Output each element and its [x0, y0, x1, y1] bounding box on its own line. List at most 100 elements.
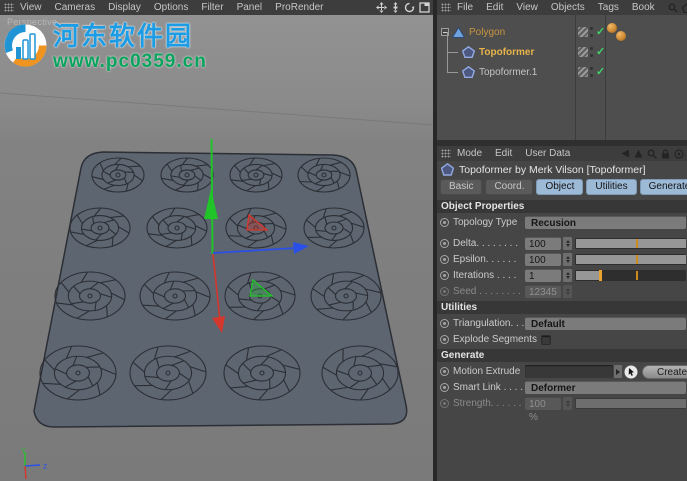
- dropdown-smart-link[interactable]: Deformer: [525, 381, 686, 394]
- maximize-icon[interactable]: [419, 2, 430, 13]
- attribute-manager-menu: Mode Edit User Data: [457, 148, 583, 159]
- world-axis-indicator: YZ: [21, 448, 48, 480]
- property-label: Topology Type: [453, 217, 518, 228]
- menu-item-cameras[interactable]: Cameras: [55, 2, 96, 13]
- link-field[interactable]: [525, 365, 613, 378]
- layer-color-icon[interactable]: [578, 27, 588, 37]
- layer-color-icon[interactable]: [578, 67, 588, 77]
- value-slider[interactable]: [575, 238, 686, 249]
- material-tag-icon[interactable]: [616, 31, 626, 41]
- tab-coord[interactable]: Coord.: [485, 179, 534, 195]
- value-field[interactable]: 100 %: [525, 237, 561, 263]
- cinema4d-window: View Cameras Display Options Filter Panel ProR…: [0, 0, 687, 481]
- rotate-icon[interactable]: [404, 2, 415, 13]
- object-row-polygon[interactable]: Polygon ✓: [437, 22, 687, 42]
- property-label: Iterations . . . .: [453, 270, 517, 281]
- topoformer-object-icon[interactable]: [462, 66, 475, 78]
- tab-basic[interactable]: Basic: [440, 179, 483, 195]
- svg-text:Y: Y: [21, 448, 26, 455]
- checkbox-explode-segments[interactable]: [541, 334, 551, 345]
- viewport-canvas[interactable]: YZ Perspective 河东软件园 www.pc0359.cn: [0, 15, 433, 481]
- layer-color-icon[interactable]: [578, 47, 588, 57]
- menu-item-view[interactable]: View: [516, 2, 538, 13]
- visibility-dots-icon[interactable]: [590, 27, 593, 37]
- dolly-icon[interactable]: [391, 2, 400, 13]
- tab-utilities[interactable]: Utilities: [586, 179, 637, 195]
- link-menu-arrow-icon[interactable]: [613, 365, 622, 378]
- panel-grip-icon[interactable]: [4, 3, 14, 12]
- tree-connector: [447, 52, 459, 82]
- panel-grip-icon[interactable]: [441, 149, 451, 158]
- viewport-menubar: View Cameras Display Options Filter Panel ProR…: [0, 0, 433, 15]
- keyframe-circle-icon[interactable]: [440, 255, 449, 264]
- menu-item-panel[interactable]: Panel: [237, 2, 263, 13]
- menu-item-edit[interactable]: Edit: [486, 2, 503, 13]
- object-row-topoformer[interactable]: Topoformer ✓: [437, 32, 687, 62]
- object-row-topoformer-1[interactable]: Topoformer.1 ✓: [437, 52, 687, 82]
- home-icon[interactable]: [681, 2, 687, 13]
- menu-item-user-data[interactable]: User Data: [525, 148, 570, 159]
- tab-object[interactable]: Object: [536, 179, 584, 195]
- object-name[interactable]: Polygon: [469, 27, 505, 38]
- watermark-url: www.pc0359.cn: [53, 51, 207, 72]
- property-row-smart-link: Smart Link . . . . Deformer: [440, 381, 686, 394]
- dropdown-triangulation[interactable]: Default: [525, 317, 686, 330]
- search-icon[interactable]: [647, 149, 657, 159]
- create-button[interactable]: Create: [641, 364, 687, 379]
- topoformer-object-icon: [441, 163, 454, 176]
- enabled-check-icon[interactable]: ✓: [596, 45, 605, 58]
- menu-item-objects[interactable]: Objects: [551, 2, 585, 13]
- forward-icon[interactable]: [634, 149, 643, 158]
- menu-item-edit[interactable]: Edit: [495, 148, 512, 159]
- keyframe-circle-icon[interactable]: [440, 271, 449, 280]
- keyframe-circle-icon[interactable]: [440, 383, 449, 392]
- search-icon[interactable]: [668, 3, 678, 13]
- menu-item-file[interactable]: File: [457, 2, 473, 13]
- scene-3d[interactable]: YZ: [0, 15, 433, 481]
- property-label: Explode Segments: [453, 334, 537, 345]
- menu-item-mode[interactable]: Mode: [457, 148, 482, 159]
- stepper-arrows-icon[interactable]: [563, 253, 572, 266]
- move-icon[interactable]: [376, 2, 387, 13]
- object-name[interactable]: Topoformer.1: [479, 67, 537, 78]
- value-slider[interactable]: [575, 254, 686, 265]
- menu-item-prorender[interactable]: ProRender: [275, 2, 323, 13]
- property-row-triangulation: Triangulation. . . . Default: [440, 317, 686, 330]
- keyframe-circle-icon[interactable]: [440, 239, 449, 248]
- visibility-dots-icon[interactable]: [590, 67, 593, 77]
- menu-item-view[interactable]: View: [20, 2, 42, 13]
- object-tree: Polygon ✓ Topoformer ✓ Topoformer.1 ✓: [437, 15, 687, 140]
- keyframe-circle-icon[interactable]: [440, 218, 449, 227]
- lock-icon[interactable]: [661, 148, 670, 159]
- panel-grip-icon[interactable]: [441, 3, 451, 12]
- menu-item-filter[interactable]: Filter: [201, 2, 223, 13]
- menu-item-display[interactable]: Display: [108, 2, 141, 13]
- menu-item-tags[interactable]: Tags: [598, 2, 619, 13]
- tab-generate[interactable]: Generate: [639, 179, 687, 195]
- enabled-check-icon[interactable]: ✓: [596, 25, 605, 38]
- keyframe-circle-icon[interactable]: [440, 319, 449, 328]
- value-slider[interactable]: [575, 270, 686, 281]
- value-field[interactable]: 1: [525, 269, 561, 282]
- object-picker-icon[interactable]: [624, 365, 638, 379]
- menu-item-book[interactable]: Book: [632, 2, 655, 13]
- enabled-check-icon[interactable]: ✓: [596, 65, 605, 78]
- material-tag-icon[interactable]: [607, 23, 617, 33]
- object-manager-menubar: File Edit View Objects Tags Book: [437, 0, 687, 15]
- dropdown-topology-type[interactable]: Recusion: [525, 216, 686, 229]
- right-panel: File Edit View Objects Tags Book Polygon ✓ Topo…: [437, 0, 687, 481]
- visibility-dots-icon[interactable]: [590, 47, 593, 57]
- slider-handle[interactable]: [598, 270, 602, 281]
- topoformer-object-icon[interactable]: [462, 46, 475, 58]
- keyframe-circle-icon[interactable]: [440, 335, 449, 344]
- object-name[interactable]: Topoformer: [479, 47, 534, 58]
- stepper-arrows-icon[interactable]: [563, 237, 572, 250]
- value-field[interactable]: 100 %: [525, 253, 561, 279]
- keyframe-circle-icon[interactable]: [440, 367, 449, 376]
- viewport-menu: View Cameras Display Options Filter Panel ProR…: [20, 2, 337, 13]
- menu-item-options[interactable]: Options: [154, 2, 188, 13]
- target-icon[interactable]: [674, 148, 684, 159]
- back-icon[interactable]: [621, 149, 630, 158]
- polygon-object-icon[interactable]: [452, 26, 465, 38]
- stepper-arrows-icon[interactable]: [563, 269, 572, 282]
